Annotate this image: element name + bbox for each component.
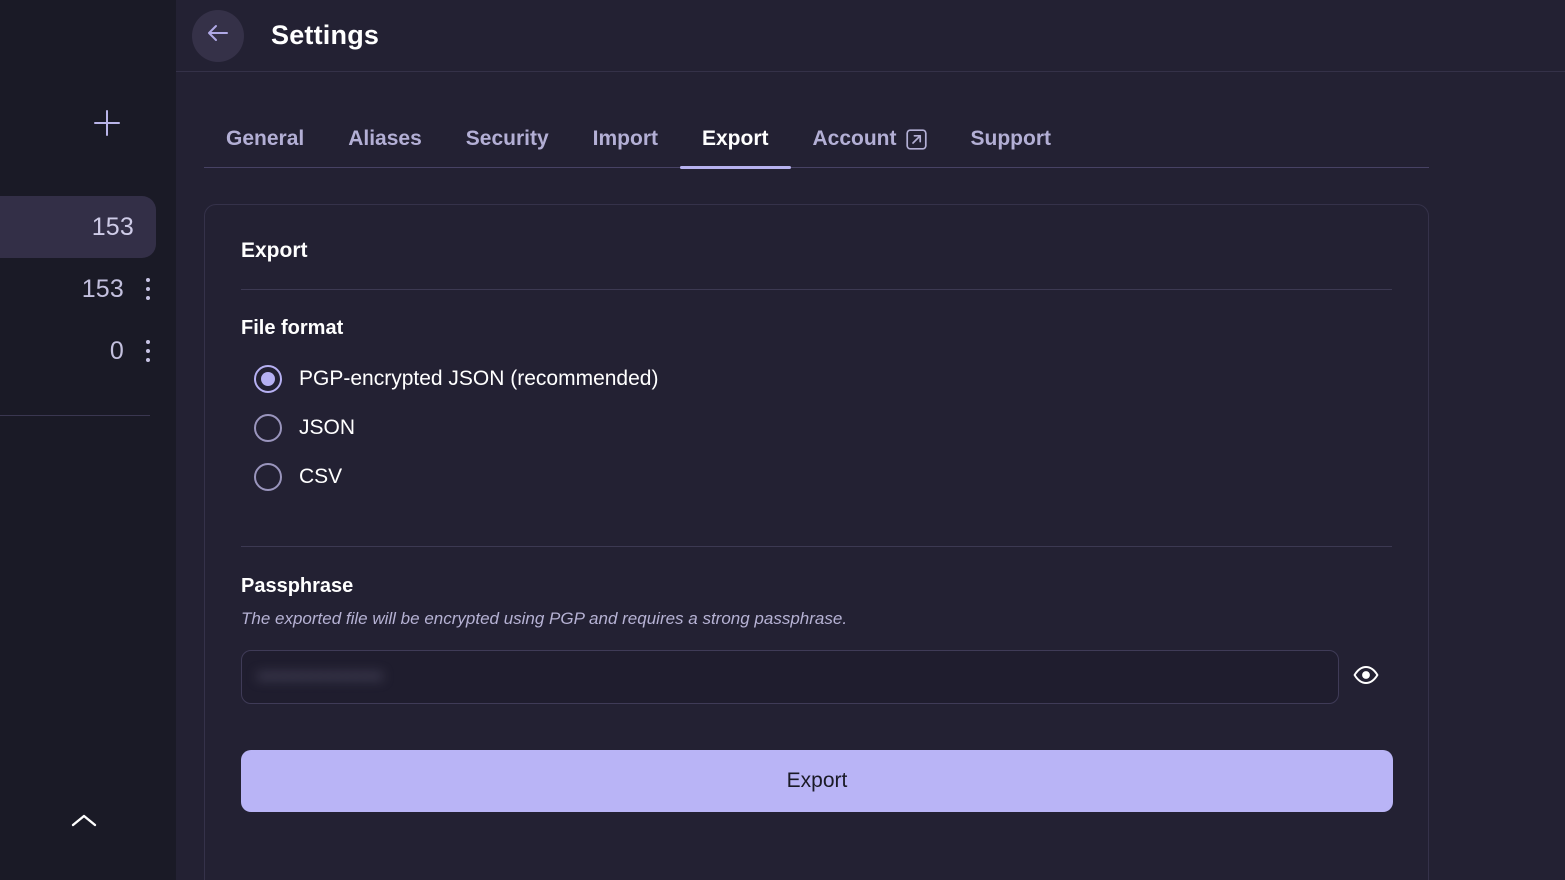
radio-label: CSV bbox=[299, 464, 343, 488]
app-root: 153 153 0 Settings General Aliases Secur… bbox=[0, 0, 1565, 880]
tab-label: General bbox=[226, 127, 305, 150]
toggle-passphrase-visibility-button[interactable] bbox=[1339, 650, 1393, 704]
passphrase-label: Passphrase bbox=[241, 575, 354, 597]
add-button[interactable] bbox=[87, 103, 127, 143]
tab-label: Export bbox=[701, 127, 769, 150]
sidebar-item-menu-icon[interactable] bbox=[138, 338, 158, 364]
arrow-left-icon bbox=[206, 23, 230, 48]
sidebar-footer bbox=[0, 760, 176, 880]
tab-aliases[interactable]: Aliases bbox=[326, 127, 444, 167]
export-button[interactable]: Export bbox=[241, 750, 1393, 812]
tab-label: Import bbox=[592, 127, 658, 150]
tab-label: Support bbox=[970, 127, 1051, 150]
back-button[interactable] bbox=[192, 9, 244, 62]
sidebar-item-1[interactable]: 153 bbox=[0, 258, 176, 320]
tab-label: Account bbox=[812, 127, 897, 150]
sidebar-item-count: 153 bbox=[91, 212, 134, 241]
main-panel: Settings General Aliases Security Import… bbox=[176, 0, 1565, 880]
tab-security[interactable]: Security bbox=[444, 127, 571, 167]
tabs-wrapper: General Aliases Security Import Export A… bbox=[176, 72, 1565, 169]
sidebar-header bbox=[0, 0, 176, 136]
sidebar-item-count: 0 bbox=[109, 336, 124, 365]
passphrase-help-text: The exported file will be encrypted usin… bbox=[241, 609, 848, 628]
card-divider bbox=[241, 289, 1392, 290]
section-divider bbox=[241, 546, 1392, 547]
eye-icon bbox=[1353, 665, 1379, 690]
external-link-icon bbox=[905, 128, 927, 150]
radio-label: JSON bbox=[299, 415, 356, 439]
tab-label: Security bbox=[465, 127, 549, 150]
passphrase-input[interactable]: •••••••••••••• bbox=[241, 650, 1339, 704]
tab-account[interactable]: Account bbox=[791, 127, 949, 167]
page-title: Settings bbox=[271, 20, 380, 50]
sidebar-item-0[interactable]: 153 bbox=[0, 196, 156, 258]
radio-option-json[interactable]: JSON bbox=[241, 403, 1392, 452]
chevron-up-icon[interactable] bbox=[67, 803, 101, 837]
tab-label: Aliases bbox=[348, 127, 422, 150]
passphrase-row: •••••••••••••• bbox=[241, 650, 1393, 704]
sidebar-item-menu-icon[interactable] bbox=[138, 276, 158, 302]
card-title: Export bbox=[241, 239, 308, 262]
sidebar-item-2[interactable]: 0 bbox=[0, 320, 176, 382]
passphrase-value: •••••••••••••• bbox=[258, 665, 385, 688]
tab-support[interactable]: Support bbox=[949, 127, 1073, 167]
sidebar-item-count: 153 bbox=[81, 274, 124, 303]
radio-button[interactable] bbox=[254, 413, 282, 442]
radio-label: PGP-encrypted JSON (recommended) bbox=[299, 366, 659, 390]
file-format-radio-group: PGP-encrypted JSON (recommended) JSON CS… bbox=[241, 354, 1392, 501]
sidebar-list: 153 153 0 bbox=[0, 196, 176, 416]
settings-tabs: General Aliases Security Import Export A… bbox=[204, 72, 1429, 169]
file-format-label: File format bbox=[241, 317, 344, 339]
sidebar: 153 153 0 bbox=[0, 0, 176, 880]
export-card: Export File format PGP-encrypted JSON (r… bbox=[204, 204, 1429, 880]
tab-general[interactable]: General bbox=[204, 127, 326, 167]
radio-button[interactable] bbox=[254, 462, 282, 491]
radio-option-pgp-json[interactable]: PGP-encrypted JSON (recommended) bbox=[241, 354, 1392, 403]
radio-button[interactable] bbox=[254, 364, 282, 393]
plus-icon bbox=[94, 110, 120, 136]
tab-export[interactable]: Export bbox=[679, 127, 791, 169]
radio-option-csv[interactable]: CSV bbox=[241, 452, 1392, 501]
sidebar-divider bbox=[0, 415, 150, 416]
top-bar: Settings bbox=[176, 0, 1565, 72]
tab-import[interactable]: Import bbox=[571, 127, 680, 167]
